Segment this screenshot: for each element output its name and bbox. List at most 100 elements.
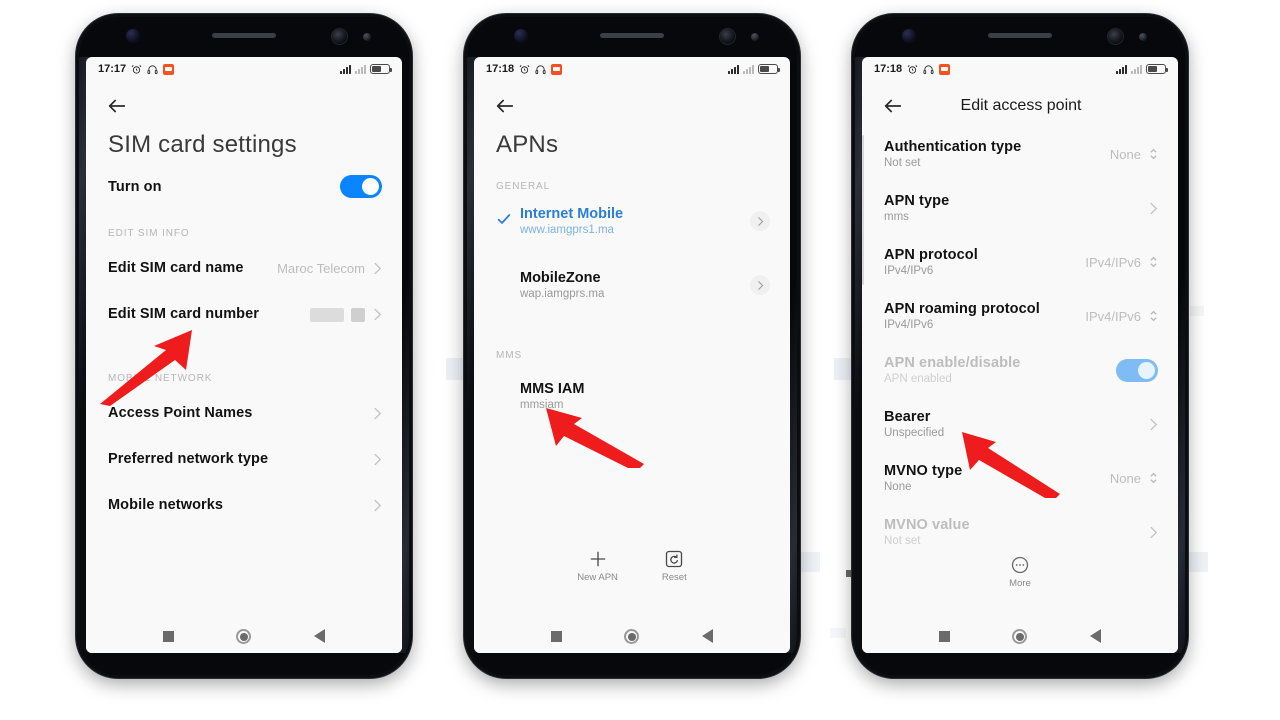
proximity-sensor-icon: [751, 33, 759, 41]
chevron-right-icon: [374, 262, 382, 274]
headphone-icon: [147, 64, 158, 75]
signal-bars-icon: [340, 64, 351, 74]
chevron-right-icon: [374, 499, 382, 511]
row-edit-sim-card-number[interactable]: Edit SIM card number: [86, 291, 402, 337]
reset-button[interactable]: Reset: [662, 549, 687, 583]
back-triangle-icon[interactable]: [1089, 629, 1101, 643]
apn-name: Internet Mobile: [520, 206, 624, 222]
home-circle-icon[interactable]: [624, 628, 640, 644]
phone-bottom-bezel: [79, 653, 409, 675]
row-apn-protocol[interactable]: APN protocol IPv4/IPv6 IPv4/IPv6: [862, 235, 1178, 289]
status-bar: 17:18: [474, 57, 790, 81]
row-title: APN protocol: [884, 247, 978, 263]
row-subtitle: Not set: [884, 535, 921, 547]
phone-apns: 17:18 APNs GENERAL Internet Mobile www.i…: [464, 14, 800, 678]
message-icon: [939, 63, 951, 75]
artifact-smudge: [1190, 306, 1204, 316]
apn-name: MobileZone: [520, 270, 601, 286]
phone3-screen: 17:18 Edit access point Authentication t…: [862, 57, 1178, 653]
edit-access-point-action-bar: More: [862, 555, 1178, 589]
row-mvno-value: MVNO value Not set: [862, 505, 1178, 559]
new-apn-label: New APN: [577, 572, 618, 583]
phone-sim-card-settings: 17:17 SIM card settings Turn on EDIT SIM…: [76, 14, 412, 678]
back-arrow-icon: [884, 99, 902, 113]
row-title: Bearer: [884, 409, 931, 425]
apn-enable-toggle[interactable]: [1116, 358, 1158, 382]
apn-address: mmsiam: [520, 399, 564, 411]
back-button[interactable]: [474, 81, 790, 119]
artifact-smudge: [798, 552, 820, 572]
row-value: Maroc Telecom: [277, 260, 365, 276]
chevron-right-icon: [1150, 526, 1158, 538]
apn-detail-button[interactable]: [750, 275, 770, 295]
phone-bottom-bezel: [467, 653, 797, 675]
row-value: IPv4/IPv6: [1085, 308, 1141, 324]
row-subtitle: IPv4/IPv6: [884, 319, 934, 331]
recents-square-icon[interactable]: [939, 630, 951, 642]
row-mvno-type[interactable]: MVNO type None None: [862, 451, 1178, 505]
row-title: MVNO value: [884, 517, 970, 533]
recents-square-icon[interactable]: [163, 630, 175, 642]
signal-bars-dim-icon: [743, 64, 754, 74]
home-circle-icon[interactable]: [1012, 628, 1028, 644]
scrollbar[interactable]: [862, 135, 864, 285]
row-apn-type[interactable]: APN type mms: [862, 181, 1178, 235]
battery-icon: [1146, 64, 1168, 74]
home-circle-icon[interactable]: [236, 628, 252, 644]
signal-bars-icon: [728, 64, 739, 74]
apn-address: www.iamgprs1.ma: [520, 224, 614, 236]
android-navigation-bar: [474, 619, 790, 653]
earpiece-speaker: [988, 33, 1052, 38]
row-edit-sim-card-name[interactable]: Edit SIM card name Maroc Telecom: [86, 245, 402, 291]
row-mobile-networks[interactable]: Mobile networks: [86, 482, 402, 528]
back-triangle-icon[interactable]: [701, 629, 713, 643]
row-title: Preferred network type: [108, 451, 269, 467]
apn-action-bar: New APN Reset: [474, 549, 790, 583]
row-title: Authentication type: [884, 139, 1022, 155]
message-icon: [163, 63, 175, 75]
phone1-content: SIM card settings Turn on EDIT SIM INFO …: [86, 81, 402, 619]
signal-bars-icon: [1116, 64, 1127, 74]
row-bearer[interactable]: Bearer Unspecified: [862, 397, 1178, 451]
battery-icon: [758, 64, 780, 74]
phone3-content: Edit access point Authentication type No…: [862, 81, 1178, 619]
row-subtitle: APN enabled: [884, 373, 952, 385]
proximity-sensor-icon: [1139, 33, 1147, 41]
turn-on-toggle[interactable]: [340, 175, 382, 198]
row-preferred-network-type[interactable]: Preferred network type: [86, 436, 402, 482]
headphone-icon: [535, 64, 546, 75]
apn-item-mms-iam[interactable]: MMS IAM mmsiam: [474, 373, 790, 419]
section-label-edit-sim-info: EDIT SIM INFO: [108, 228, 190, 239]
chevron-right-icon: [757, 280, 763, 290]
back-triangle-icon[interactable]: [313, 629, 325, 643]
more-icon: [1011, 556, 1029, 574]
signal-bars-dim-icon: [1131, 64, 1142, 74]
row-apn-roaming-protocol[interactable]: APN roaming protocol IPv4/IPv6 IPv4/IPv6: [862, 289, 1178, 343]
back-button[interactable]: [86, 81, 402, 119]
apn-item-internet-mobile[interactable]: Internet Mobile www.iamgprs1.ma: [474, 198, 790, 244]
row-access-point-names[interactable]: Access Point Names: [86, 390, 402, 436]
page-title: SIM card settings: [108, 131, 297, 158]
section-label-mobile-network: MOBILE NETWORK: [108, 373, 213, 384]
chevron-right-icon: [757, 216, 763, 226]
recents-square-icon[interactable]: [551, 630, 563, 642]
row-value: None: [1109, 470, 1141, 486]
back-button[interactable]: [882, 95, 904, 117]
new-apn-button[interactable]: New APN: [577, 549, 618, 583]
apn-detail-button[interactable]: [750, 211, 770, 231]
status-time: 17:18: [874, 63, 903, 75]
row-subtitle: Not set: [884, 157, 921, 169]
phone-top-bezel: [855, 17, 1185, 57]
row-title: Turn on: [108, 178, 162, 195]
row-subtitle: Unspecified: [884, 427, 945, 439]
alarm-icon: [131, 64, 142, 75]
status-time: 17:17: [98, 63, 127, 75]
reset-label: Reset: [661, 572, 687, 583]
row-authentication-type[interactable]: Authentication type Not set None: [862, 127, 1178, 181]
chevron-right-icon: [1150, 418, 1158, 430]
apn-item-mobilezone[interactable]: MobileZone wap.iamgprs.ma: [474, 262, 790, 308]
row-turn-on[interactable]: Turn on: [86, 163, 402, 210]
phone-top-bezel: [467, 17, 797, 57]
more-button[interactable]: More: [1009, 555, 1031, 589]
redaction-block: [310, 307, 344, 322]
